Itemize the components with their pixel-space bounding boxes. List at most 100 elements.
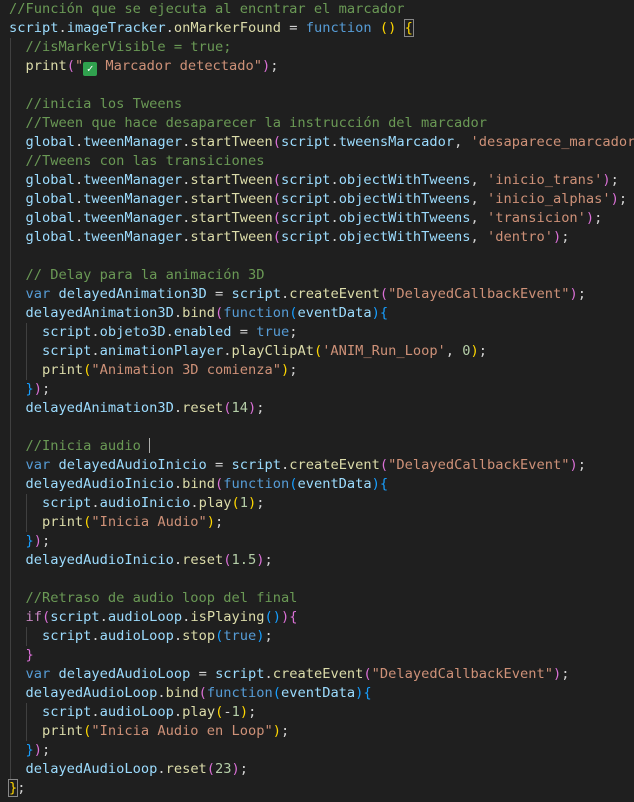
- code-punctuation: [9, 324, 42, 340]
- code-identifier: script: [280, 134, 331, 150]
- code-punctuation: .: [165, 324, 174, 340]
- code-punctuation: [9, 685, 25, 701]
- code-bracket: ): [231, 761, 240, 777]
- code-punctuation: .: [173, 552, 183, 568]
- code-identifier: objectWithTweens: [338, 191, 471, 207]
- code-bracket: (): [379, 20, 397, 36]
- code-identifier: delayedAnimation3D: [25, 305, 174, 321]
- code-punctuation: [9, 704, 42, 720]
- code-bracket: (: [272, 134, 281, 150]
- code-function: isPlaying: [190, 609, 265, 625]
- code-bracket: ): [281, 609, 290, 625]
- code-punctuation: ,: [470, 210, 488, 226]
- code-function: stop: [182, 628, 216, 644]
- code-punctuation: ;: [264, 552, 273, 568]
- code-bracket: }: [25, 381, 34, 397]
- code-punctuation: .: [157, 685, 166, 701]
- code-bracket: {: [403, 19, 414, 37]
- code-punctuation: .: [157, 761, 166, 777]
- code-punctuation: [9, 628, 42, 644]
- code-function: bind: [182, 305, 216, 321]
- code-bracket: ): [585, 210, 595, 226]
- code-punctuation: ;: [17, 780, 26, 796]
- code-bracket: (: [272, 229, 281, 245]
- code-identifier: global: [25, 210, 75, 226]
- code-punctuation: ;: [248, 704, 257, 720]
- code-line: delayedAudioLoop.reset(23);: [9, 760, 248, 779]
- code-identifier: global: [25, 134, 75, 150]
- code-identifier: tweenManager: [83, 172, 183, 188]
- code-identifier: tweenManager: [83, 210, 183, 226]
- code-function: print: [41, 514, 84, 530]
- code-editor[interactable]: //Función que se ejecuta al encntrar el …: [0, 0, 634, 802]
- code-bracket: ): [280, 362, 290, 378]
- code-punctuation: [9, 457, 25, 473]
- code-line: global.tweenManager.startTween(script.ob…: [9, 228, 569, 247]
- code-line: delayedAnimation3D.reset(14);: [9, 399, 264, 418]
- code-function: reset: [182, 552, 224, 568]
- code-number: 0: [462, 343, 471, 359]
- code-string: "DelayedCallbackEvent": [388, 286, 570, 302]
- code-punctuation: ;: [561, 229, 570, 245]
- code-punctuation: .: [74, 172, 84, 188]
- code-line: //Función que se ejecuta al encntrar el …: [9, 0, 405, 19]
- code-punctuation: [9, 476, 25, 492]
- code-punctuation: [9, 552, 25, 568]
- code-punctuation: ;: [264, 628, 273, 644]
- code-line: //Tween que hace desaparecer la instrucc…: [9, 114, 486, 133]
- code-bracket: ): [33, 533, 42, 549]
- code-function: playClipAt: [231, 343, 314, 359]
- code-identifier: delayedAudioLoop: [58, 666, 191, 682]
- code-function: createEvent: [289, 457, 380, 473]
- code-identifier: script: [41, 628, 92, 644]
- code-comment: //Inicia audio: [25, 438, 150, 454]
- code-punctuation: .: [281, 286, 290, 302]
- code-bracket: {: [379, 476, 389, 492]
- code-line: script.imageTracker.onMarkerFound = func…: [9, 19, 414, 38]
- code-bracket: ): [552, 666, 562, 682]
- code-bracket: ): [602, 172, 611, 188]
- code-comment: //inicia los Tweens: [25, 96, 183, 112]
- code-punctuation: [9, 666, 25, 682]
- code-punctuation: ,: [470, 172, 488, 188]
- code-string: 'inicio_trans': [487, 172, 603, 188]
- code-string: "Animation 3D comienza": [91, 362, 281, 378]
- code-bracket: {: [289, 609, 298, 625]
- code-function: print: [41, 723, 84, 739]
- code-punctuation: .: [173, 628, 183, 644]
- code-function: play: [182, 704, 216, 720]
- code-identifier: objeto3D: [99, 324, 166, 340]
- code-bracket: {: [379, 305, 389, 321]
- code-punctuation: [9, 742, 25, 758]
- code-punctuation: ;: [270, 58, 279, 74]
- code-identifier: enabled: [173, 324, 232, 340]
- code-string: "Inicia Audio": [91, 514, 207, 530]
- code-identifier: script: [280, 210, 331, 226]
- code-bracket: (: [379, 286, 389, 302]
- code-line: print("Animation 3D comienza");: [9, 361, 298, 380]
- code-keyword: var: [25, 666, 51, 682]
- code-function: startTween: [190, 172, 273, 188]
- code-punctuation: .: [74, 134, 84, 150]
- code-punctuation: [9, 343, 42, 359]
- code-bracket: }: [25, 533, 34, 549]
- code-punctuation: [9, 381, 25, 397]
- code-line: global.tweenManager.startTween(script.ob…: [9, 190, 627, 209]
- code-punctuation: [9, 58, 25, 74]
- code-punctuation: .: [330, 134, 339, 150]
- code-identifier: eventData: [297, 305, 372, 321]
- code-punctuation: [9, 134, 25, 150]
- code-punctuation: .: [330, 191, 339, 207]
- code-identifier: script: [41, 495, 92, 511]
- code-punctuation: =: [280, 20, 306, 36]
- code-line: delayedAnimation3D.bind(function(eventDa…: [9, 304, 388, 323]
- code-line: delayedAudioInicio.reset(1.5);: [9, 551, 273, 570]
- code-punctuation: ;: [41, 742, 51, 758]
- code-punctuation: =: [206, 457, 232, 473]
- code-bracket: ): [206, 514, 216, 530]
- code-identifier: script: [41, 324, 92, 340]
- code-identifier: script: [41, 343, 92, 359]
- code-punctuation: .: [91, 628, 100, 644]
- code-punctuation: .: [99, 609, 108, 625]
- code-line: script.animationPlayer.playClipAt('ANIM_…: [9, 342, 487, 361]
